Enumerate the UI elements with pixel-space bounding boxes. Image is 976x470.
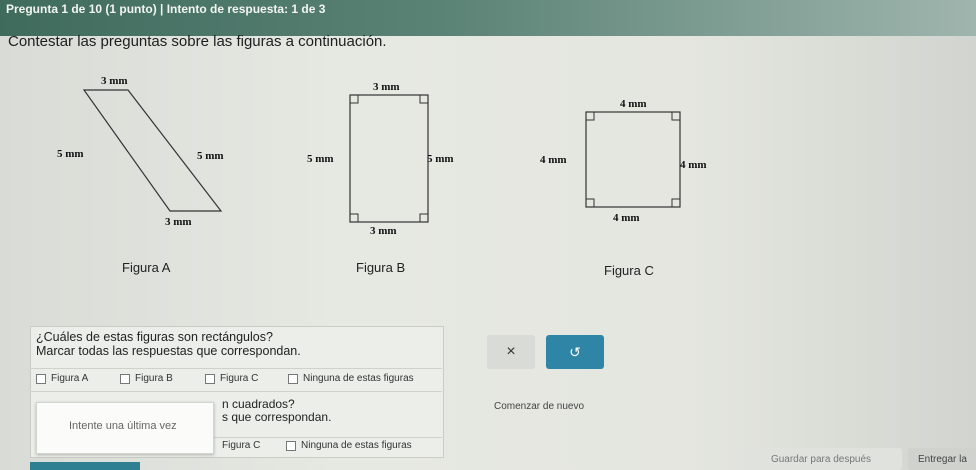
question-1-text: ¿Cuáles de estas figuras son rectángulos… xyxy=(36,330,301,358)
bottom-strip xyxy=(30,462,140,470)
figure-b-left-label: 5 mm xyxy=(307,153,334,165)
figure-a: 3 mm 5 mm 5 mm 3 mm xyxy=(55,75,245,240)
figure-c-bottom-label: 4 mm xyxy=(613,212,640,224)
figure-a-top-label: 3 mm xyxy=(101,75,128,87)
checkbox-icon[interactable] xyxy=(288,373,298,384)
instructions: Contestar las preguntas sobre las figura… xyxy=(8,33,387,50)
checkbox-icon[interactable] xyxy=(286,440,296,451)
figure-c: 4 mm 4 mm 4 mm 4 mm xyxy=(540,95,720,240)
figure-b: 3 mm 5 mm 5 mm 3 mm xyxy=(305,78,465,243)
option-2-figura-c[interactable]: Figura C xyxy=(222,440,260,451)
figure-a-left-label: 5 mm xyxy=(57,148,84,160)
question-1-prompt: ¿Cuáles de estas figuras son rectángulos… xyxy=(36,330,273,344)
restart-link[interactable]: Comenzar de nuevo xyxy=(494,401,584,412)
figure-a-bottom-label: 3 mm xyxy=(165,216,192,228)
figure-a-right-label: 5 mm xyxy=(197,150,224,162)
figure-b-right-label: 5 mm xyxy=(427,153,454,165)
figure-b-bottom-label: 3 mm xyxy=(370,225,397,237)
checkbox-icon[interactable] xyxy=(120,373,130,384)
undo-button[interactable]: ↺ xyxy=(546,335,604,369)
checkbox-icon[interactable] xyxy=(36,373,46,384)
option-figura-b[interactable]: Figura B xyxy=(120,373,173,384)
attempt-popup-text: Intente una última vez xyxy=(69,420,177,432)
option-2-ninguna[interactable]: Ninguna de estas figuras xyxy=(286,440,412,451)
close-icon: × xyxy=(506,343,516,360)
option-ninguna[interactable]: Ninguna de estas figuras xyxy=(288,373,414,384)
question-header: Pregunta 1 de 10 (1 punto) | Intento de … xyxy=(6,2,326,16)
figure-c-label: Figura C xyxy=(604,263,654,278)
question-2-text: n cuadrados? s que correspondan. xyxy=(222,398,331,424)
clear-button[interactable]: × xyxy=(487,335,535,369)
figure-a-label: Figura A xyxy=(122,260,171,275)
submit-button[interactable]: Entregar la xyxy=(908,448,976,470)
figure-c-left-label: 4 mm xyxy=(540,154,567,166)
figure-c-top-label: 4 mm xyxy=(620,98,647,110)
figure-b-label: Figura B xyxy=(356,260,406,275)
checkbox-icon[interactable] xyxy=(205,373,215,384)
question-1-instruction: Marcar todas las respuestas que correspo… xyxy=(36,344,301,358)
option-figura-a[interactable]: Figura A xyxy=(36,373,88,384)
option-figura-c[interactable]: Figura C xyxy=(205,373,258,384)
undo-icon: ↺ xyxy=(569,343,581,360)
question-2-instruction: s que correspondan. xyxy=(222,410,332,424)
save-for-later-button[interactable]: Guardar para después xyxy=(740,448,902,470)
attempt-popup: Intente una última vez xyxy=(36,402,214,454)
figure-c-right-label: 4 mm xyxy=(680,159,707,171)
figure-b-top-label: 3 mm xyxy=(373,81,400,93)
